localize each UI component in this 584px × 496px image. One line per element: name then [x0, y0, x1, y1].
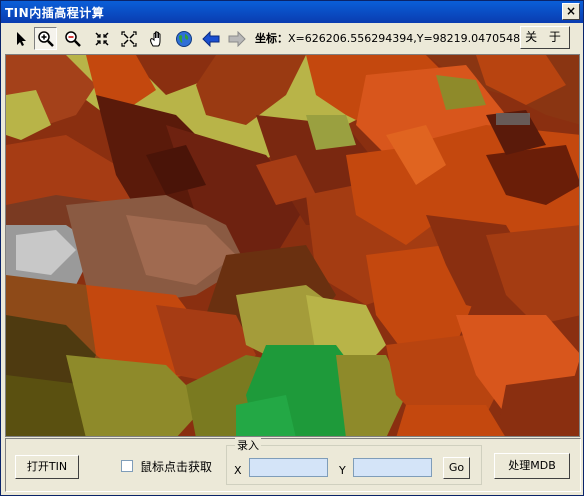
coordinate-value: X=626206.556294394,Y=98219.047054849 [288, 32, 535, 45]
about-button[interactable]: 关 于 [520, 26, 570, 49]
full-extent-button[interactable] [172, 27, 195, 50]
coordinate-label: 坐标： [255, 32, 288, 45]
mouse-click-label: 鼠标点击获取 [140, 460, 213, 474]
tin-map-view[interactable] [5, 54, 580, 437]
close-button[interactable]: × [562, 3, 580, 20]
forward-button[interactable] [225, 27, 248, 50]
pan-hand-icon [149, 30, 160, 46]
input-group: 录入 X Y Go [226, 437, 482, 485]
mouse-click-checkbox[interactable] [121, 460, 133, 472]
zoom-out-icon [64, 30, 81, 47]
full-extent-globe-icon [175, 30, 192, 47]
title-bar: TIN内插高程计算 × [1, 1, 583, 23]
zoom-in-icon [37, 30, 54, 47]
pan-button[interactable] [145, 27, 168, 50]
fixed-zoom-out-button[interactable] [117, 27, 140, 50]
zoom-in-button[interactable] [34, 27, 57, 50]
process-mdb-button[interactable]: 处理MDB [494, 453, 570, 479]
x-input[interactable] [249, 458, 328, 477]
open-tin-button[interactable]: 打开TIN [15, 455, 79, 479]
window-title: TIN内插高程计算 [5, 6, 105, 20]
pointer-arrow-icon [16, 31, 26, 46]
app-window: TIN内插高程计算 × 坐标：X=626206.556294394,Y=9821… [0, 0, 584, 496]
fixed-zoom-out-icon [120, 30, 137, 47]
forward-arrow-icon [228, 30, 246, 47]
input-group-title: 录入 [235, 437, 261, 453]
close-icon: × [565, 4, 577, 18]
fixed-zoom-in-button[interactable] [90, 27, 113, 50]
back-arrow-icon [201, 30, 219, 47]
coordinate-readout: 坐标：X=626206.556294394,Y=98219.047054849 [255, 30, 534, 46]
go-button[interactable]: Go [443, 457, 470, 479]
y-input[interactable] [353, 458, 432, 477]
toolbar: 坐标：X=626206.556294394,Y=98219.047054849 … [1, 24, 583, 53]
zoom-out-button[interactable] [61, 27, 84, 50]
tin-terrain-image [6, 55, 579, 436]
select-tool-button[interactable] [9, 27, 32, 50]
fixed-zoom-in-icon [94, 31, 109, 46]
back-button[interactable] [199, 27, 222, 50]
bottom-panel: 打开TIN 鼠标点击获取 录入 X Y Go 处理MDB [5, 437, 581, 492]
x-label: X [234, 464, 242, 477]
y-label: Y [339, 464, 346, 477]
